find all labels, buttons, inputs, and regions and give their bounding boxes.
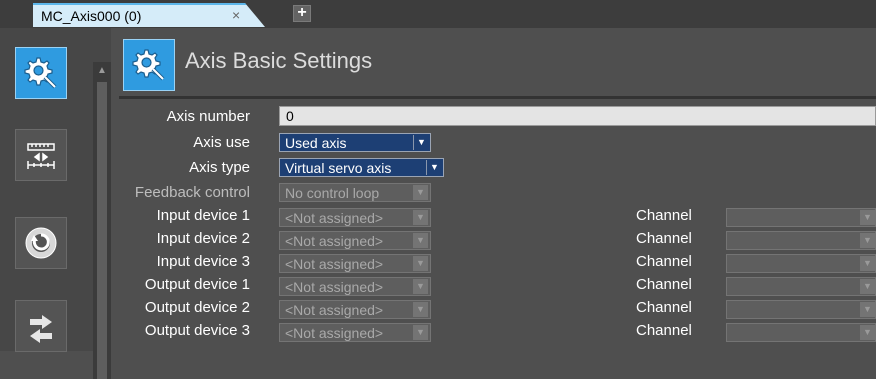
rail-rotate-button[interactable] [15,217,67,269]
axis-use-label: Axis use [193,134,250,151]
scroll-up-icon[interactable]: ▲ [93,62,111,80]
new-tab-button[interactable]: + [293,5,311,22]
chevron-down-icon[interactable]: ▼ [413,302,428,317]
tab-mc-axis000[interactable]: MC_Axis000 (0) × [33,3,265,27]
rotate-icon [25,227,57,259]
output-device-1-channel-label: Channel [636,276,692,293]
rail-axis-settings-button[interactable] [15,47,67,99]
input-device-1-dropdown[interactable]: <Not assigned> ▼ [279,208,431,227]
output-device-1-label: Output device 1 [144,276,250,293]
input-device-3-label: Input device 3 [156,253,250,270]
input-device-3-value: <Not assigned> [285,256,384,272]
input-device-3-channel-label: Channel [636,253,692,270]
input-device-3-channel-dropdown[interactable]: ▼ [726,254,876,273]
scale-icon [27,143,55,169]
left-rail: ▲ [0,28,111,379]
axis-settings-gear-icon [24,57,57,89]
axis-settings-gear-icon [132,49,165,81]
chevron-down-icon[interactable]: ▼ [413,185,428,200]
divider [119,96,876,99]
page-title: Axis Basic Settings [185,48,373,73]
output-device-3-label: Output device 3 [144,322,250,339]
output-device-3-channel-label: Channel [636,322,692,339]
settings-panel: Axis Basic Settings Axis number Axis use… [111,28,876,351]
input-device-2-value: <Not assigned> [285,233,384,249]
input-device-1-channel-dropdown[interactable]: ▼ [726,208,876,227]
rail-arrows-button[interactable] [15,300,67,352]
input-device-2-channel-label: Channel [636,230,692,247]
input-device-1-channel-label: Channel [636,207,692,224]
tab-label: MC_Axis000 (0) [41,8,142,24]
output-device-3-dropdown[interactable]: <Not assigned> ▼ [279,323,431,342]
axis-type-value: Virtual servo axis [285,160,392,176]
output-device-2-channel-label: Channel [636,299,692,316]
tab-close-icon[interactable]: × [232,7,240,23]
axis-number-label: Axis number [166,108,250,125]
output-device-3-value: <Not assigned> [285,325,384,341]
chevron-down-icon[interactable]: ▼ [860,256,875,271]
input-device-1-value: <Not assigned> [285,210,384,226]
chevron-down-icon[interactable]: ▼ [860,302,875,317]
tab-bar: MC_Axis000 (0) × + [0,0,876,28]
chevron-down-icon[interactable]: ▼ [860,325,875,340]
rail-scale-button[interactable] [15,129,67,181]
output-device-1-channel-dropdown[interactable]: ▼ [726,277,876,296]
arrows-icon [30,315,52,343]
feedback-control-label: Feedback control [134,184,250,201]
axis-type-label: Axis type [189,159,250,176]
chevron-down-icon[interactable]: ▼ [860,279,875,294]
input-device-2-dropdown[interactable]: <Not assigned> ▼ [279,231,431,250]
output-device-1-value: <Not assigned> [285,279,384,295]
axis-number-input[interactable] [279,106,876,126]
input-device-2-channel-dropdown[interactable]: ▼ [726,231,876,250]
output-device-2-value: <Not assigned> [285,302,384,318]
input-device-3-dropdown[interactable]: <Not assigned> ▼ [279,254,431,273]
output-device-2-label: Output device 2 [144,299,250,316]
header-icon-box [123,39,175,91]
scroll-thumb[interactable] [97,82,107,379]
chevron-down-icon[interactable]: ▼ [413,210,428,225]
chevron-down-icon[interactable]: ▼ [413,279,428,294]
chevron-down-icon[interactable]: ▼ [413,135,429,150]
chevron-down-icon[interactable]: ▼ [413,325,428,340]
output-device-3-channel-dropdown[interactable]: ▼ [726,323,876,342]
output-device-2-channel-dropdown[interactable]: ▼ [726,300,876,319]
output-device-1-dropdown[interactable]: <Not assigned> ▼ [279,277,431,296]
chevron-down-icon[interactable]: ▼ [426,160,442,175]
rail-scrollbar[interactable]: ▲ [93,62,111,379]
axis-type-dropdown[interactable]: Virtual servo axis ▼ [279,158,444,177]
chevron-down-icon[interactable]: ▼ [860,233,875,248]
chevron-down-icon[interactable]: ▼ [413,233,428,248]
axis-use-value: Used axis [285,135,347,151]
feedback-control-value: No control loop [285,185,380,201]
input-device-2-label: Input device 2 [156,230,250,247]
axis-use-dropdown[interactable]: Used axis ▼ [279,133,431,152]
input-device-1-label: Input device 1 [156,207,250,224]
chevron-down-icon[interactable]: ▼ [413,256,428,271]
chevron-down-icon[interactable]: ▼ [860,210,875,225]
output-device-2-dropdown[interactable]: <Not assigned> ▼ [279,300,431,319]
feedback-control-dropdown[interactable]: No control loop ▼ [279,183,431,202]
